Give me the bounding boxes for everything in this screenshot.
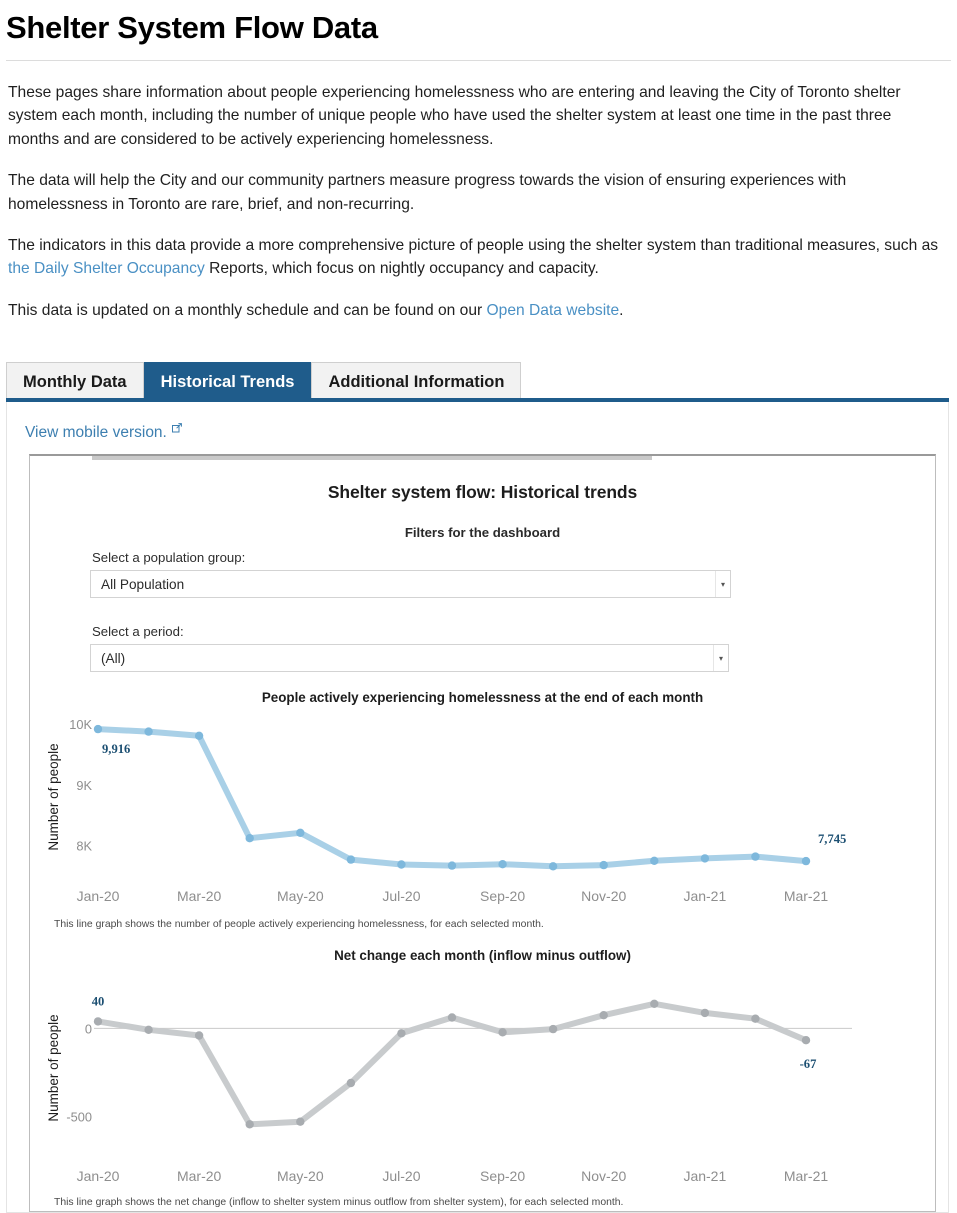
dashboard-panel: View mobile version. Shelter system flow…	[6, 400, 949, 1213]
svg-text:10K: 10K	[69, 717, 92, 732]
svg-text:Jan-21: Jan-21	[683, 888, 726, 904]
chart-active-homelessness: People actively experiencing homelessnes…	[44, 690, 921, 930]
chart-net-change: Net change each month (inflow minus outf…	[44, 948, 921, 1208]
svg-text:Jan-21: Jan-21	[683, 1168, 726, 1184]
viz-content: Shelter system flow: Historical trends F…	[30, 456, 935, 1208]
tab-monthly-data[interactable]: Monthly Data	[6, 362, 144, 403]
svg-text:Mar-20: Mar-20	[177, 888, 222, 904]
svg-text:Jul-20: Jul-20	[382, 888, 420, 904]
open-data-website-link[interactable]: Open Data website	[487, 302, 620, 319]
svg-text:9,916: 9,916	[102, 742, 130, 756]
tab-additional-information[interactable]: Additional Information	[311, 362, 522, 403]
chevron-down-icon[interactable]: ▾	[715, 571, 730, 598]
intro-paragraph-2: The data will help the City and our comm…	[8, 172, 847, 213]
tabs-container: Monthly Data Historical Trends Additiona…	[0, 358, 957, 403]
svg-text:Sep-20: Sep-20	[480, 888, 525, 904]
paragraph-4-after: .	[619, 301, 624, 319]
paragraph-3-before: The indicators in this data provide a mo…	[8, 236, 939, 254]
svg-text:8K: 8K	[76, 839, 92, 854]
intro-paragraph-1: These pages share information about peop…	[8, 84, 901, 148]
tab-list: Monthly Data Historical Trends Additiona…	[6, 358, 957, 403]
intro-paragraph-3: The indicators in this data provide a mo…	[8, 234, 945, 281]
svg-text:40: 40	[92, 995, 105, 1009]
filter-spacer	[44, 598, 921, 624]
paragraph-3-after: Reports, which focus on nightly occupanc…	[204, 260, 599, 278]
population-group-label: Select a population group:	[92, 550, 246, 566]
population-group-select[interactable]: All Population ▾	[90, 570, 731, 599]
period-label: Select a period:	[92, 624, 184, 640]
population-group-value: All Population	[101, 576, 185, 592]
chart-1-plot: Number of people 8K 9K 10K Jan-20 Mar-20 May-2…	[46, 717, 846, 904]
svg-text:7,745: 7,745	[818, 832, 846, 846]
paragraph-4-before: This data is updated on a monthly schedu…	[8, 301, 487, 319]
page-root: Shelter System Flow Data These pages sha…	[0, 10, 957, 1213]
view-mobile-version-link[interactable]: View mobile version.	[25, 423, 182, 442]
view-mobile-version-label: View mobile version.	[25, 424, 167, 442]
chart-2-plot: Number of people 0 -500 Jan-20 Mar-20 May-20 J…	[46, 995, 852, 1184]
period-select[interactable]: (All) ▾	[90, 644, 729, 673]
svg-text:Nov-20: Nov-20	[581, 888, 626, 904]
daily-shelter-occupancy-link[interactable]: the Daily Shelter Occupancy	[8, 260, 205, 277]
svg-text:Jan-20: Jan-20	[77, 888, 120, 904]
period-value: (All)	[101, 650, 126, 666]
svg-text:Jan-20: Jan-20	[77, 1168, 120, 1184]
chart-2-title: Net change each month (inflow minus outf…	[334, 948, 631, 964]
svg-text:May-20: May-20	[277, 888, 324, 904]
chevron-down-icon-period[interactable]: ▾	[713, 645, 728, 672]
svg-text:Jul-20: Jul-20	[382, 1168, 420, 1184]
chart-1-title: People actively experiencing homelessnes…	[261, 690, 704, 706]
svg-text:-500: -500	[66, 1109, 92, 1124]
tab-historical-trends[interactable]: Historical Trends	[143, 362, 312, 403]
page-title: Shelter System Flow Data	[6, 10, 378, 45]
chart-1-caption: This line graph shows the number of peop…	[54, 919, 544, 931]
svg-text:Number of people: Number of people	[46, 1014, 61, 1121]
filters-heading: Filters for the dashboard	[404, 525, 561, 541]
svg-text:Mar-21: Mar-21	[784, 888, 829, 904]
svg-text:Nov-20: Nov-20	[581, 1168, 626, 1184]
chart-2-caption: This line graph shows the net change (in…	[54, 1197, 624, 1209]
intro-paragraph-4: This data is updated on a monthly schedu…	[8, 299, 945, 322]
svg-text:Number of people: Number of people	[46, 743, 61, 850]
external-link-icon	[171, 423, 182, 436]
tableau-viz-frame: Shelter system flow: Historical trends F…	[29, 454, 936, 1213]
svg-text:May-20: May-20	[277, 1168, 324, 1184]
svg-text:Sep-20: Sep-20	[480, 1168, 525, 1184]
svg-text:Mar-21: Mar-21	[784, 1168, 829, 1184]
viz-title: Shelter system flow: Historical trends	[327, 482, 638, 503]
title-divider	[6, 60, 951, 61]
svg-text:9K: 9K	[76, 778, 92, 793]
svg-text:0: 0	[85, 1022, 92, 1037]
viz-horizontal-scrollbar[interactable]	[92, 456, 652, 461]
intro-section: These pages share information about peop…	[8, 81, 945, 322]
svg-text:-67: -67	[800, 1057, 817, 1071]
svg-text:Mar-20: Mar-20	[177, 1168, 222, 1184]
